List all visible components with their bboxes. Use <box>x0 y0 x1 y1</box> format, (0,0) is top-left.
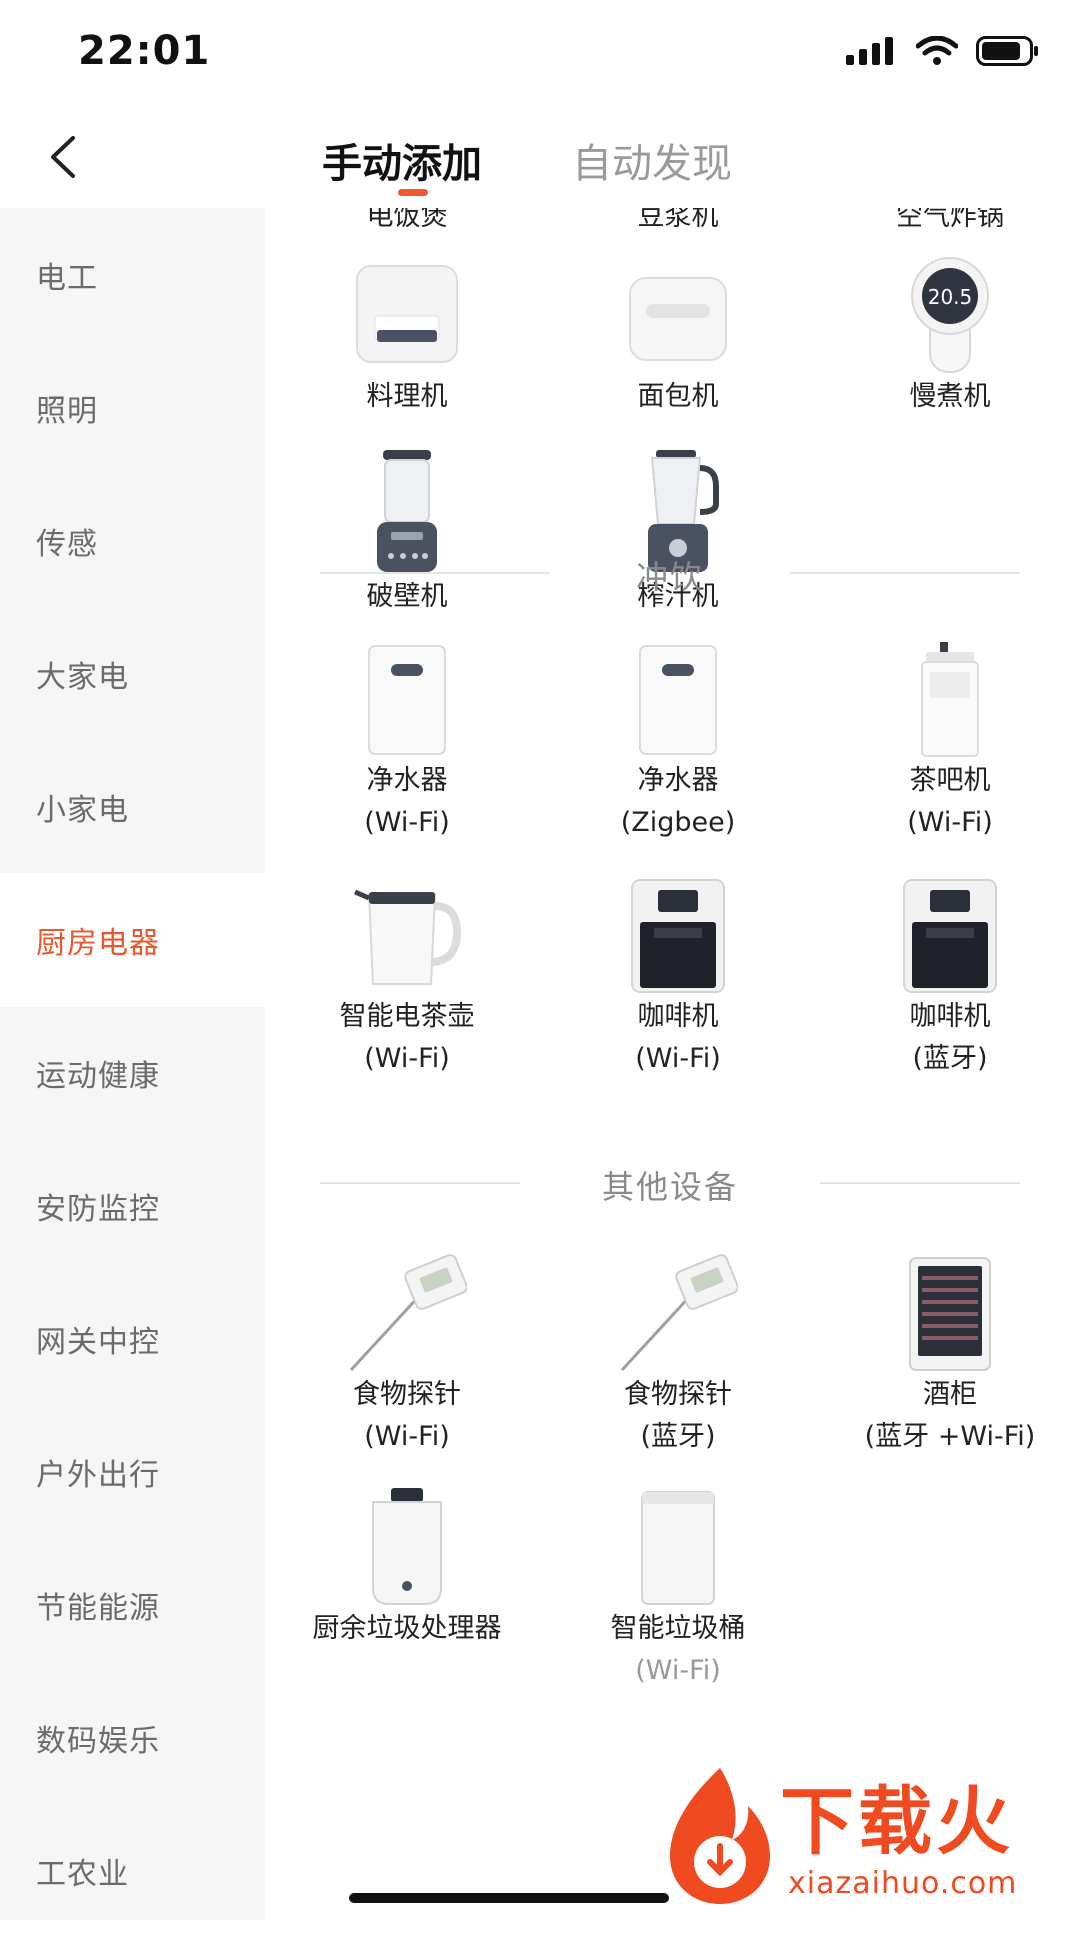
back-button[interactable] <box>32 127 92 187</box>
device-label: 料理机 <box>366 381 448 412</box>
device-label-cut[interactable]: 空气炸锅 <box>820 208 1080 233</box>
food-probe-icon <box>620 1254 739 1372</box>
svg-text:20.5: 20.5 <box>928 285 973 309</box>
sidebar-item-security[interactable]: 安防监控 <box>0 1139 265 1272</box>
device-sublabel: (Wi-Fi) <box>364 1421 450 1452</box>
device-sublabel: (蓝牙) <box>640 1421 716 1452</box>
sidebar-item-outdoor[interactable]: 户外出行 <box>0 1405 265 1538</box>
flame-logo-icon <box>670 1768 770 1904</box>
coffee-machine-icon <box>631 879 725 993</box>
tab-auto-discover[interactable]: 自动发现 <box>572 131 732 189</box>
food-waste-disposer-icon <box>372 1488 442 1605</box>
device-item-food-probe-bluetooth[interactable]: 食物探针 (蓝牙) <box>548 1254 808 1458</box>
sidebar-item-industry-agriculture[interactable]: 工农业 <box>0 1804 265 1937</box>
device-sublabel: (Wi-Fi) <box>635 1043 721 1074</box>
device-sublabel: (蓝牙 +Wi-Fi) <box>864 1421 1036 1452</box>
sidebar-item-electrician[interactable]: 电工 <box>0 208 265 341</box>
device-sublabel: (Wi-Fi) <box>364 1043 450 1074</box>
device-label: 智能电茶壶 <box>339 1001 475 1032</box>
sidebar-item-small-appliances[interactable]: 小家电 <box>0 740 265 873</box>
sidebar-item-large-appliances[interactable]: 大家电 <box>0 607 265 740</box>
device-list: 电饭煲 豆浆机 空气炸锅 料理机 面包机 20.5 慢煮机 破壁机 榨汁机 冲饮… <box>265 208 1080 1920</box>
sidebar-item-lighting[interactable]: 照明 <box>0 341 265 474</box>
device-label: 净水器 <box>637 765 719 796</box>
sidebar-item-sports-health[interactable]: 运动健康 <box>0 1006 265 1139</box>
sidebar-item-kitchen-appliances[interactable]: 厨房电器 <box>0 873 265 1006</box>
food-probe-icon <box>349 1254 468 1372</box>
food-processor-icon <box>356 265 458 363</box>
device-item-wine-cabinet[interactable]: 酒柜 (蓝牙 +Wi-Fi) <box>820 1254 1080 1458</box>
device-label: 厨余垃圾处理器 <box>312 1613 502 1644</box>
device-sublabel: (Wi-Fi) <box>907 807 993 838</box>
device-label: 酒柜 <box>923 1379 977 1410</box>
bread-maker-icon <box>629 277 727 361</box>
category-sidebar: 电工 照明 传感 大家电 小家电 厨房电器 运动健康 安防监控 网关中控 户外出… <box>0 208 265 1920</box>
section-header: 其他设备 <box>320 1158 1020 1208</box>
device-item-food-waste-disposer[interactable]: 厨余垃圾处理器 <box>277 1488 537 1650</box>
smart-trash-can-icon <box>641 1491 715 1605</box>
device-item-water-purifier-wifi[interactable]: 净水器 (Wi-Fi) <box>277 640 537 844</box>
device-item-coffee-machine-wifi[interactable]: 咖啡机 (Wi-Fi) <box>548 876 808 1080</box>
watermark-text: 下载火 <box>780 1779 1014 1865</box>
device-label-cut[interactable]: 豆浆机 <box>548 208 808 233</box>
device-label: 慢煮机 <box>909 381 991 412</box>
device-label: 食物探针 <box>624 1379 732 1410</box>
nav-header: 手动添加 自动发现 <box>0 105 1080 209</box>
battery-icon <box>976 36 1038 66</box>
device-sublabel: (Wi-Fi) <box>364 807 450 838</box>
coffee-machine-icon <box>903 879 997 993</box>
device-item-food-processor[interactable]: 料理机 <box>277 256 537 418</box>
home-indicator[interactable] <box>349 1893 669 1903</box>
device-item-bread-maker[interactable]: 面包机 <box>548 256 808 418</box>
tea-bar-machine-icon <box>921 642 979 757</box>
active-tab-indicator <box>398 189 428 196</box>
device-sublabel: (Zigbee) <box>620 807 736 838</box>
electric-kettle-icon <box>354 889 462 985</box>
device-label-cut[interactable]: 电饭煲 <box>277 208 537 233</box>
wine-cabinet-icon <box>909 1257 991 1371</box>
device-sublabel: (Wi-Fi) <box>635 1655 721 1686</box>
device-label: 面包机 <box>637 381 719 412</box>
sidebar-item-gateway[interactable]: 网关中控 <box>0 1272 265 1405</box>
device-item-smart-trash-can[interactable]: 智能垃圾桶 (Wi-Fi) <box>548 1488 808 1692</box>
device-item-electric-kettle[interactable]: 智能电茶壶 (Wi-Fi) <box>277 876 537 1080</box>
device-item-water-purifier-zigbee[interactable]: 净水器 (Zigbee) <box>548 640 808 844</box>
sidebar-item-sensor[interactable]: 传感 <box>0 474 265 607</box>
sidebar-item-digital-entertainment[interactable]: 数码娱乐 <box>0 1671 265 1804</box>
device-label: 咖啡机 <box>637 1001 719 1032</box>
device-item-coffee-machine-bluetooth[interactable]: 咖啡机 (蓝牙) <box>820 876 1080 1080</box>
watermark: 下载火 xiazaihuo.com <box>660 1762 1070 1912</box>
section-header: 冲饮 <box>320 548 1020 598</box>
water-purifier-icon <box>368 645 446 755</box>
sidebar-item-energy[interactable]: 节能能源 <box>0 1538 265 1671</box>
chevron-left-icon <box>51 136 75 178</box>
sous-vide-icon: 20.5 <box>911 257 989 373</box>
status-bar: 22:01 <box>0 0 1080 105</box>
device-label: 食物探针 <box>353 1379 461 1410</box>
device-label: 茶吧机 <box>909 765 991 796</box>
tab-manual-add[interactable]: 手动添加 <box>322 131 482 189</box>
device-sublabel: (蓝牙) <box>912 1043 988 1074</box>
wifi-icon <box>916 36 958 65</box>
water-purifier-icon <box>639 645 717 755</box>
device-label: 咖啡机 <box>909 1001 991 1032</box>
device-item-sous-vide[interactable]: 20.5 慢煮机 <box>820 256 1080 418</box>
watermark-url: xiazaihuo.com <box>788 1866 1018 1901</box>
device-item-food-probe-wifi[interactable]: 食物探针 (Wi-Fi) <box>277 1254 537 1458</box>
device-item-tea-bar-machine[interactable]: 茶吧机 (Wi-Fi) <box>820 640 1080 844</box>
section-title: 冲饮 <box>635 558 704 596</box>
status-time: 22:01 <box>78 28 211 74</box>
section-title: 其他设备 <box>601 1168 738 1206</box>
device-label: 智能垃圾桶 <box>610 1613 746 1644</box>
device-label: 净水器 <box>366 765 448 796</box>
status-icons <box>846 36 1040 66</box>
cellular-signal-icon <box>846 37 893 65</box>
